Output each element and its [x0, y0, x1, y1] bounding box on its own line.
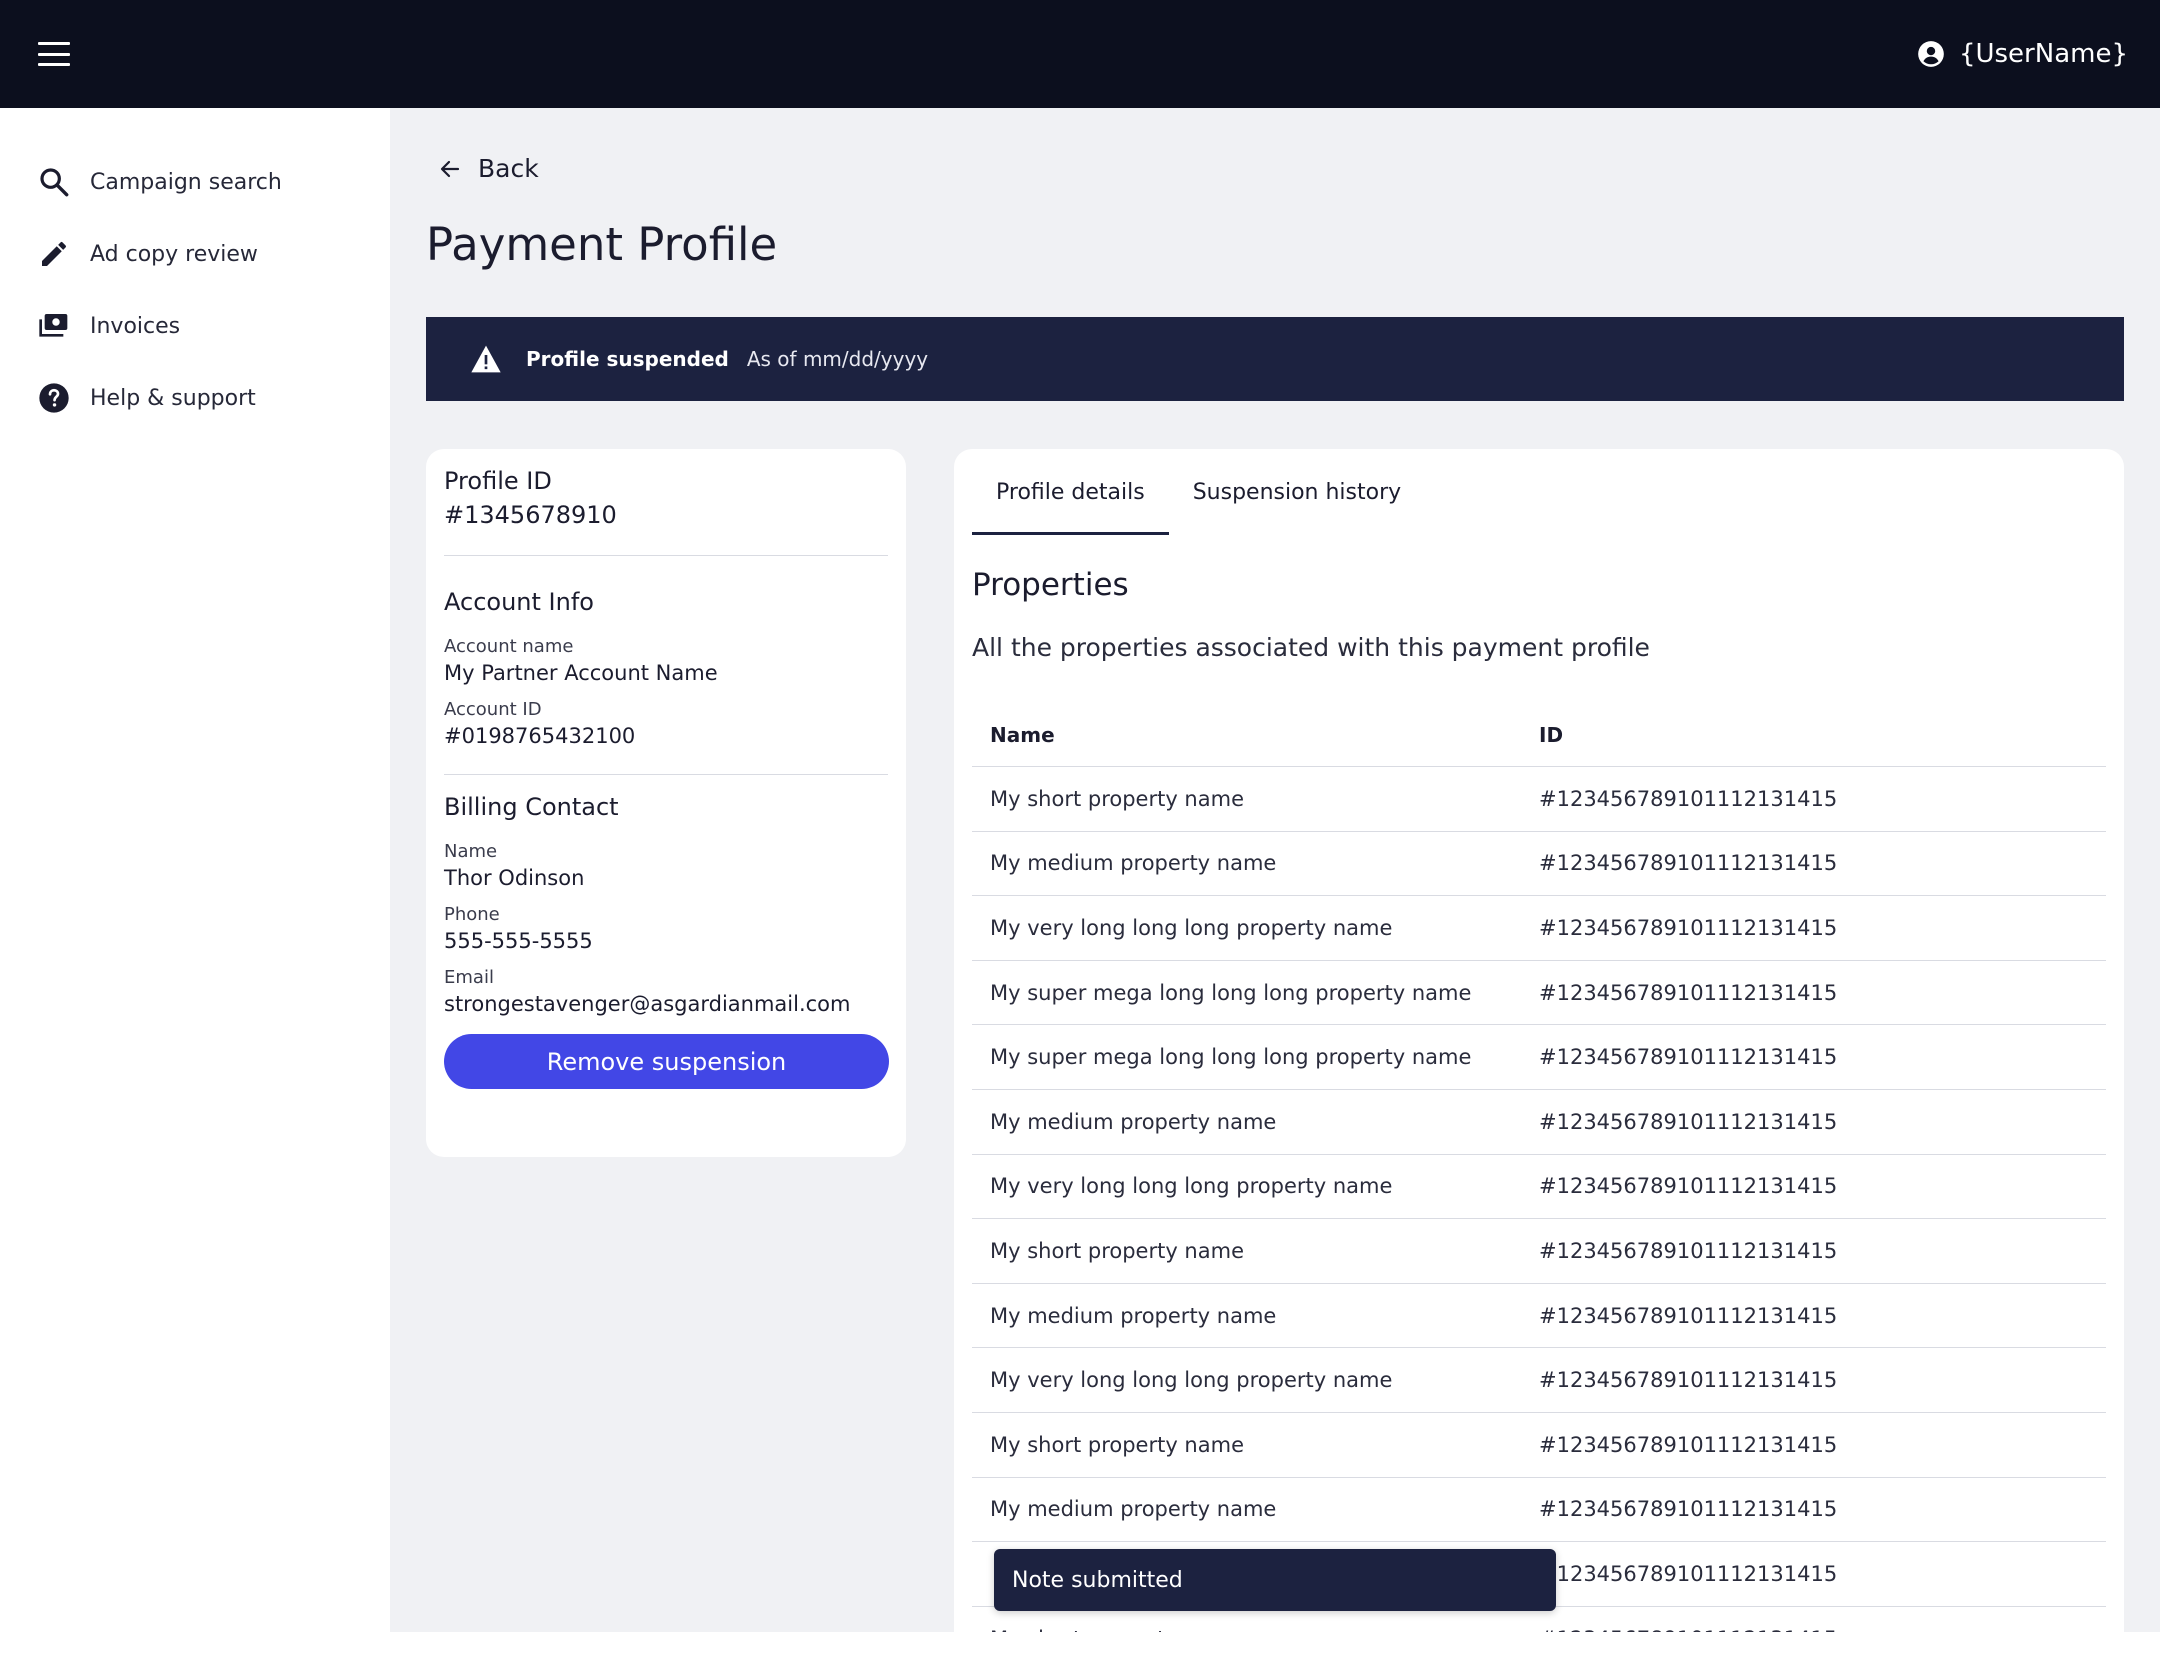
username-label: {UserName}	[1958, 39, 2128, 69]
profile-details-card: Profile details Suspension history Prope…	[954, 449, 2124, 1632]
property-name: My short property name	[990, 1432, 1244, 1457]
table-row[interactable]: My very long long long property name #123…	[972, 896, 2106, 961]
table-row[interactable]: My short property name #12345678910111213…	[972, 1219, 2106, 1284]
column-header-id: ID	[1539, 722, 1564, 747]
account-id-label: Account ID	[444, 699, 542, 720]
sidebar-item-invoices[interactable]: Invoices	[0, 290, 390, 362]
warning-icon	[471, 345, 501, 373]
user-menu[interactable]: {UserName}	[1917, 39, 2128, 69]
table-row[interactable]: My medium property name #1234567891011121…	[972, 1478, 2106, 1543]
property-name: My short property name	[990, 1238, 1244, 1263]
divider	[444, 774, 888, 775]
profile-summary-card: Profile ID #1345678910 Account Info Acco…	[426, 449, 906, 1157]
property-id: #123456789101112131415	[1539, 1174, 1838, 1199]
table-row[interactable]: My medium property name #1234567891011121…	[972, 1284, 2106, 1349]
account-id-value: #0198765432100	[444, 724, 636, 748]
sidebar-item-help-support[interactable]: Help & support	[0, 362, 390, 434]
property-name: My medium property name	[990, 1497, 1277, 1522]
properties-description: All the properties associated with this …	[972, 633, 1650, 662]
property-name: My super mega long long long property na…	[990, 980, 1472, 1005]
billing-contact-title: Billing Contact	[444, 793, 619, 821]
tab-bar: Profile details Suspension history	[972, 449, 1425, 535]
suspension-banner: Profile suspended As of mm/dd/yyyy	[426, 317, 2124, 401]
help-icon	[39, 383, 69, 413]
profile-id-value: #1345678910	[444, 501, 617, 529]
contact-name-label: Name	[444, 841, 498, 862]
toast-message: Note submitted	[1012, 1567, 1183, 1593]
table-row[interactable]: My super mega long long long property na…	[972, 1025, 2106, 1090]
remove-suspension-button[interactable]: Remove suspension	[444, 1034, 889, 1089]
divider	[444, 555, 888, 556]
account-name-label: Account name	[444, 636, 574, 657]
property-name: My medium property name	[990, 1109, 1277, 1134]
property-name: My medium property name	[990, 1303, 1277, 1328]
back-label: Back	[478, 154, 539, 183]
sidebar: Campaign search Ad copy review Invoices …	[0, 108, 390, 1632]
property-id: #123456789101112131415	[1539, 1238, 1838, 1263]
sidebar-item-label: Help & support	[90, 385, 256, 411]
column-header-name: Name	[990, 722, 1055, 747]
property-name: My super mega long long long property na…	[990, 1045, 1472, 1070]
email-label: Email	[444, 967, 494, 988]
pencil-icon	[42, 241, 67, 266]
table-row[interactable]: My short property name #12345678910111213…	[972, 1413, 2106, 1478]
property-id: #123456789101112131415	[1539, 1497, 1838, 1522]
sidebar-item-label: Campaign search	[90, 169, 282, 195]
account-circle-icon	[1918, 41, 1944, 67]
property-id: #123456789101112131415	[1539, 1303, 1838, 1328]
property-id: #123456789101112131415	[1539, 786, 1838, 811]
main-content: Back Payment Profile Profile suspended A…	[390, 108, 2160, 1632]
phone-label: Phone	[444, 904, 500, 925]
money-icon	[39, 314, 68, 337]
properties-title: Properties	[972, 567, 1129, 603]
tab-profile-details[interactable]: Profile details	[972, 449, 1169, 535]
property-id: #123456789101112131415	[1539, 1045, 1838, 1070]
property-name: My medium property name	[990, 851, 1277, 876]
property-id: #123456789101112131415	[1539, 1109, 1838, 1134]
property-id: #123456789101112131415	[1539, 980, 1838, 1005]
property-id: #123456789101112131415	[1539, 851, 1838, 876]
property-id: #123456789101112131415	[1539, 1368, 1838, 1393]
table-header: Name ID	[972, 703, 2106, 767]
banner-date: As of mm/dd/yyyy	[746, 347, 929, 371]
property-name: My short property name	[990, 786, 1244, 811]
top-app-bar: {UserName}	[0, 0, 2160, 108]
property-id: #123456789101112131415	[1539, 1627, 1837, 1632]
table-row[interactable]: My very long long long property name #123…	[972, 1155, 2106, 1220]
property-name: My very long long long property name	[990, 1368, 1393, 1393]
property-id: #123456789101112131415	[1539, 1561, 1838, 1586]
sidebar-item-label: Invoices	[90, 313, 181, 339]
table-row[interactable]: My short property name #12345678910111213…	[972, 767, 2106, 832]
account-info-title: Account Info	[444, 588, 594, 616]
table-row[interactable]: My super mega long long long property na…	[972, 961, 2106, 1026]
email-value: strongestavenger@asgardianmail.com	[444, 992, 851, 1016]
back-button[interactable]: Back	[438, 154, 539, 183]
search-icon	[40, 168, 69, 197]
table-row[interactable]: My medium property name #1234567891011121…	[972, 832, 2106, 897]
arrow-left-icon	[440, 160, 460, 177]
profile-id-label: Profile ID	[444, 467, 552, 495]
properties-table: Name ID My short property name #123456789…	[972, 703, 2106, 1632]
sidebar-item-ad-copy-review[interactable]: Ad copy review	[0, 218, 390, 290]
property-name: My very long long long property name	[990, 915, 1393, 940]
tab-suspension-history[interactable]: Suspension history	[1169, 449, 1425, 535]
property-id: #123456789101112131415	[1539, 1432, 1838, 1457]
table-row[interactable]: My very long long long property name #123…	[972, 1348, 2106, 1413]
sidebar-item-label: Ad copy review	[90, 241, 258, 267]
contact-name-value: Thor Odinson	[444, 866, 585, 890]
snackbar-toast: Note submitted	[994, 1549, 1556, 1611]
page-title: Payment Profile	[426, 218, 778, 271]
property-name: My short property name	[972, 1627, 1539, 1632]
phone-value: 555-555-5555	[444, 929, 593, 953]
menu-icon[interactable]	[38, 42, 70, 66]
table-row[interactable]: My medium property name #1234567891011121…	[972, 1090, 2106, 1155]
banner-title: Profile suspended	[526, 347, 729, 371]
table-body: My short property name #12345678910111213…	[972, 767, 2106, 1632]
property-id: #123456789101112131415	[1539, 915, 1838, 940]
property-name: My very long long long property name	[990, 1174, 1393, 1199]
account-name-value: My Partner Account Name	[444, 661, 718, 685]
sidebar-item-campaign-search[interactable]: Campaign search	[0, 146, 390, 218]
